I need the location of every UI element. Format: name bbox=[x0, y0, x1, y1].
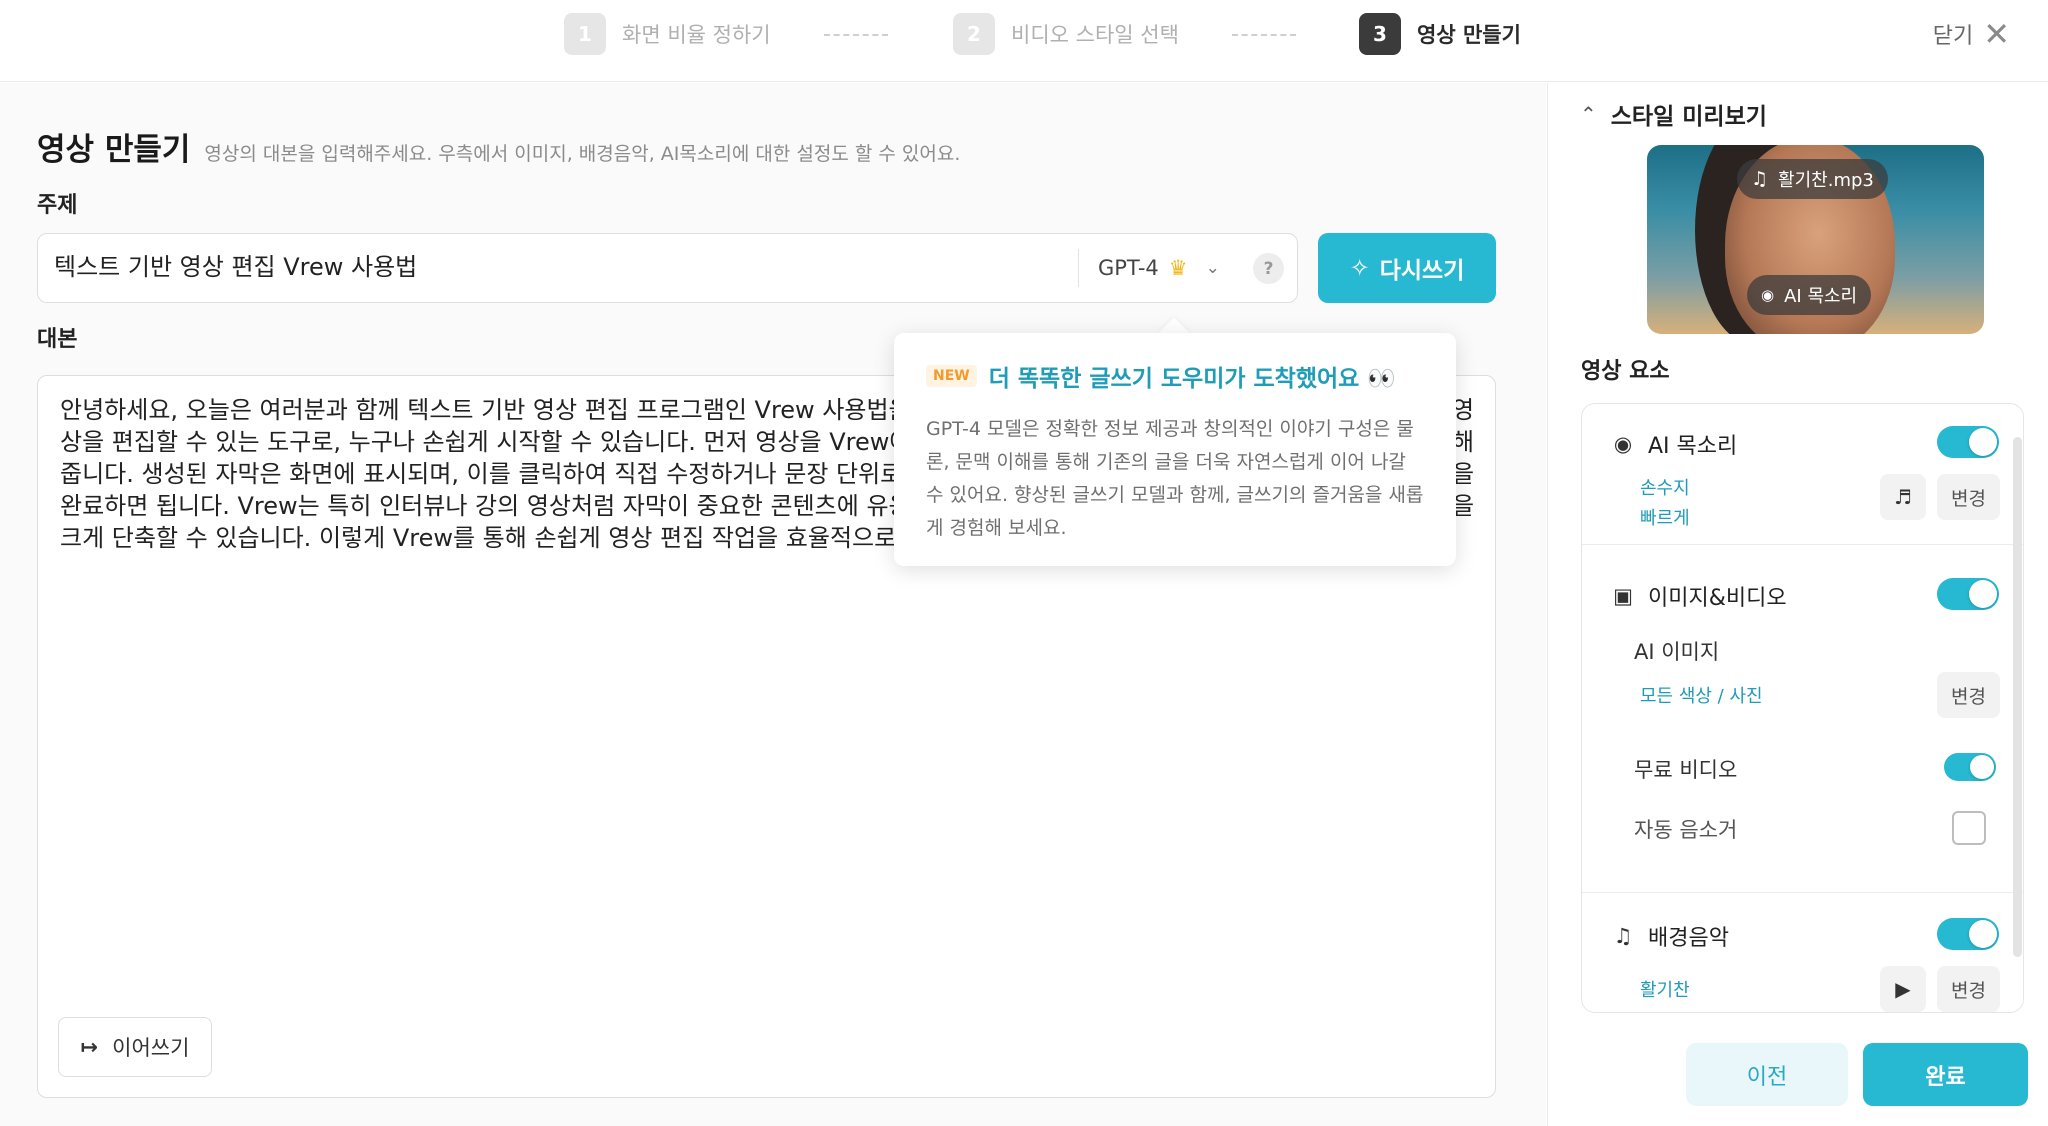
style-sidebar: ⌃ 스타일 미리보기 ♫ 활기찬.mp3 ◉ AI 목소리 영상 요소 ◉ AI… bbox=[1547, 83, 2048, 1126]
crown-icon: ♛ bbox=[1168, 255, 1188, 280]
close-icon: ✕ bbox=[1983, 15, 2010, 53]
close-button[interactable]: 닫기 ✕ bbox=[1933, 14, 2010, 54]
gpt4-tooltip: NEW 더 똑똑한 글쓰기 도우미가 도착했어요 👀 GPT-4 모델은 정확한… bbox=[894, 333, 1456, 566]
step-label: 화면 비율 정하기 bbox=[622, 23, 771, 47]
chevron-up-icon[interactable]: ⌃ bbox=[1580, 102, 1597, 126]
sidebar-scrollbar[interactable] bbox=[2013, 437, 2022, 957]
stepper-bar: 1 화면 비율 정하기 2 비디오 스타일 선택 3 영상 만들기 닫기 ✕ bbox=[0, 0, 2048, 82]
arrow-right-bar-icon: ↦ bbox=[80, 1035, 99, 1059]
headphones-icon: ♬ bbox=[1894, 485, 1912, 509]
voice-name-link[interactable]: 손수지 bbox=[1640, 474, 1690, 500]
preview-title: 스타일 미리보기 bbox=[1610, 104, 1767, 130]
free-video-label: 무료 비디오 bbox=[1634, 758, 1738, 782]
tooltip-body: GPT-4 모델은 정확한 정보 제공과 창의적인 이야기 구성은 물론, 문맥… bbox=[926, 418, 1424, 539]
play-icon: ▶ bbox=[1895, 977, 1911, 1001]
step-2[interactable]: 2 비디오 스타일 선택 bbox=[953, 13, 1179, 55]
step-number: 2 bbox=[953, 13, 995, 55]
tooltip-title: 더 똑똑한 글쓰기 도우미가 도착했어요 👀 bbox=[988, 366, 1396, 392]
voice-speed-link[interactable]: 빠르게 bbox=[1640, 504, 1690, 530]
model-select[interactable]: GPT-4 ♛ ⌄ bbox=[1098, 234, 1220, 301]
music-note-icon: ♫ bbox=[1613, 924, 1633, 948]
step-number: 1 bbox=[564, 13, 606, 55]
auto-mute-checkbox[interactable] bbox=[1952, 811, 1986, 845]
step-number: 3 bbox=[1359, 13, 1401, 55]
rewrite-button[interactable]: ✧ 다시쓰기 bbox=[1318, 233, 1496, 303]
headphones-button[interactable]: ♬ bbox=[1880, 474, 1926, 520]
elements-panel: ◉ AI 목소리 손수지 빠르게 ♬ 변경 ▣ 이미지&비디오 AI 이미지 모… bbox=[1581, 403, 2024, 1013]
continue-label: 이어쓰기 bbox=[112, 1036, 190, 1060]
previous-button[interactable]: 이전 bbox=[1686, 1043, 1848, 1106]
music-note-icon: ♫ bbox=[1751, 168, 1769, 190]
ai-image-label: AI 이미지 bbox=[1634, 640, 1720, 664]
toggle-knob bbox=[1970, 755, 1994, 779]
divider bbox=[1078, 249, 1079, 287]
ai-voice-label: AI 목소리 bbox=[1648, 434, 1738, 459]
page-title: 영상 만들기 bbox=[37, 132, 191, 168]
toggle-knob bbox=[1969, 428, 1997, 456]
play-button[interactable]: ▶ bbox=[1880, 966, 1926, 1012]
step-label: 영상 만들기 bbox=[1417, 23, 1521, 47]
topic-label: 주제 bbox=[37, 193, 78, 218]
style-preview-image: ♫ 활기찬.mp3 ◉ AI 목소리 bbox=[1647, 145, 1984, 334]
ai-voice-row: ◉ AI 목소리 bbox=[1610, 428, 1737, 460]
page-heading: 영상 만들기 영상의 대본을 입력해주세요. 우측에서 이미지, 배경음악, A… bbox=[37, 124, 960, 169]
new-badge: NEW bbox=[926, 365, 977, 387]
media-label: 이미지&비디오 bbox=[1648, 586, 1787, 611]
rewrite-label: 다시쓰기 bbox=[1379, 258, 1465, 284]
close-label: 닫기 bbox=[1932, 24, 1974, 49]
voice-icon: ◉ bbox=[1613, 432, 1633, 456]
done-button[interactable]: 완료 bbox=[1863, 1043, 2028, 1106]
main-panel: 영상 만들기 영상의 대본을 입력해주세요. 우측에서 이미지, 배경음악, A… bbox=[0, 83, 1546, 1126]
preview-music-chip: ♫ 활기찬.mp3 bbox=[1737, 159, 1888, 199]
ai-voice-toggle[interactable] bbox=[1937, 426, 1999, 458]
toggle-knob bbox=[1969, 920, 1997, 948]
tooltip-header: NEW 더 똑똑한 글쓰기 도우미가 도착했어요 👀 bbox=[926, 359, 1424, 393]
bgm-label: 배경음악 bbox=[1648, 926, 1729, 951]
step-1[interactable]: 1 화면 비율 정하기 bbox=[564, 13, 771, 55]
media-row: ▣ 이미지&비디오 bbox=[1610, 580, 1787, 612]
topic-input[interactable]: 텍스트 기반 영상 편집 Vrew 사용법 bbox=[54, 234, 417, 301]
voice-change-button[interactable]: 변경 bbox=[1937, 474, 2000, 520]
media-toggle[interactable] bbox=[1937, 578, 1999, 610]
divider bbox=[1582, 544, 2023, 545]
bgm-toggle[interactable] bbox=[1937, 918, 1999, 950]
continue-writing-button[interactable]: ↦ 이어쓰기 bbox=[58, 1017, 212, 1077]
step-separator bbox=[824, 34, 888, 36]
preview-voice-label: AI 목소리 bbox=[1784, 286, 1858, 307]
bgm-change-button[interactable]: 변경 bbox=[1937, 966, 2000, 1012]
preview-header[interactable]: ⌃ 스타일 미리보기 bbox=[1580, 97, 1767, 131]
model-name: GPT-4 bbox=[1098, 255, 1159, 280]
image-video-icon: ▣ bbox=[1613, 584, 1633, 608]
step-label: 비디오 스타일 선택 bbox=[1011, 23, 1179, 47]
bgm-name-link[interactable]: 활기찬 bbox=[1640, 976, 1690, 1002]
preview-voice-chip: ◉ AI 목소리 bbox=[1747, 275, 1872, 315]
topic-field[interactable]: 텍스트 기반 영상 편집 Vrew 사용법 GPT-4 ♛ ⌄ ? bbox=[37, 233, 1298, 303]
ai-image-setting-link[interactable]: 모든 색상 / 사진 bbox=[1640, 682, 1763, 708]
step-3[interactable]: 3 영상 만들기 bbox=[1359, 13, 1521, 55]
page-description: 영상의 대본을 입력해주세요. 우측에서 이미지, 배경음악, AI목소리에 대… bbox=[204, 143, 961, 165]
bgm-row: ♫ 배경음악 bbox=[1610, 920, 1729, 952]
divider bbox=[1582, 892, 2023, 893]
step-separator bbox=[1232, 34, 1296, 36]
elements-title: 영상 요소 bbox=[1581, 359, 1670, 384]
magic-wand-icon: ✧ bbox=[1349, 254, 1370, 282]
preview-music-label: 활기찬.mp3 bbox=[1778, 170, 1874, 191]
auto-mute-label: 자동 음소거 bbox=[1634, 818, 1738, 842]
chevron-down-icon: ⌄ bbox=[1205, 257, 1220, 278]
image-change-button[interactable]: 변경 bbox=[1937, 672, 2000, 718]
speaker-person-icon: ◉ bbox=[1761, 286, 1775, 304]
help-icon[interactable]: ? bbox=[1253, 253, 1284, 284]
free-video-toggle[interactable] bbox=[1944, 753, 1996, 781]
script-label: 대본 bbox=[37, 327, 78, 352]
toggle-knob bbox=[1969, 580, 1997, 608]
